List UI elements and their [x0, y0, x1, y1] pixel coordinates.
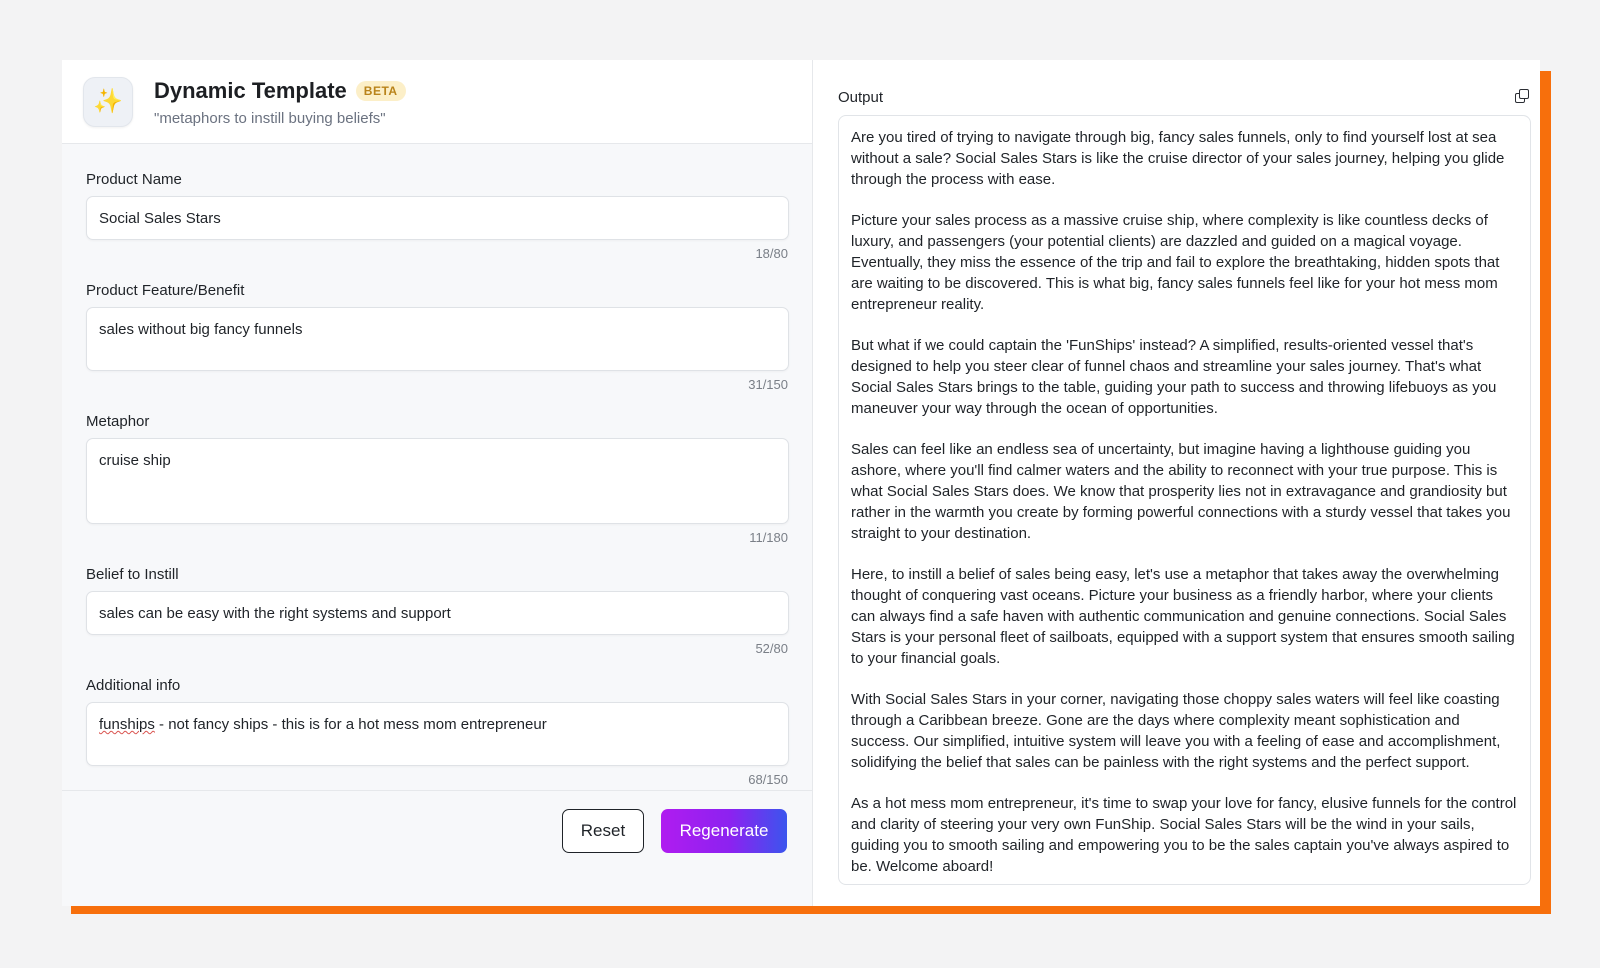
- field-label: Metaphor: [86, 413, 150, 430]
- output-textarea[interactable]: Are you tired of trying to navigate thro…: [838, 115, 1531, 885]
- field-product-name: Product Name Social Sales Stars 18/80: [86, 171, 789, 261]
- output-paragraph: As a hot mess mom entrepreneur, it's tim…: [851, 795, 1517, 875]
- field-product-feature: Product Feature/Benefit sales without bi…: [86, 282, 789, 392]
- copy-icon[interactable]: [1515, 89, 1531, 105]
- belief-input[interactable]: sales can be easy with the right systems…: [86, 591, 789, 635]
- output-paragraph: Sales can feel like an endless sea of un…: [851, 441, 1511, 542]
- product-feature-textarea[interactable]: sales without big fancy funnels: [86, 307, 789, 371]
- field-label: Additional info: [86, 677, 181, 694]
- misspelled-word: funships: [99, 716, 155, 733]
- char-counter: 11/180: [749, 530, 788, 545]
- page-subtitle: "metaphors to instill buying beliefs": [154, 110, 386, 127]
- output-paragraph: But what if we could captain the 'FunShi…: [851, 337, 1497, 417]
- metaphor-textarea[interactable]: cruise ship: [86, 438, 789, 524]
- field-label: Belief to Instill: [86, 566, 179, 583]
- title-row: Dynamic Template BETA: [154, 78, 406, 104]
- beta-badge: BETA: [355, 81, 406, 101]
- output-panel: Output Are you tired of trying to naviga…: [813, 60, 1540, 906]
- template-card: ✨ Dynamic Template BETA "metaphors to in…: [62, 60, 1540, 906]
- input-panel: ✨ Dynamic Template BETA "metaphors to in…: [62, 60, 813, 906]
- additional-info-textarea[interactable]: funships - not fancy ships - this is for…: [86, 702, 789, 766]
- sparkles-icon: ✨: [83, 76, 133, 127]
- field-belief: Belief to Instill sales can be easy with…: [86, 566, 789, 656]
- output-label: Output: [838, 88, 884, 106]
- output-paragraph: With Social Sales Stars in your corner, …: [851, 691, 1501, 771]
- reset-button[interactable]: Reset: [562, 809, 644, 853]
- field-label: Product Name: [86, 171, 182, 188]
- char-counter: 68/150: [748, 772, 788, 787]
- accent-frame-right: [1539, 71, 1551, 914]
- output-paragraph: Picture your sales process as a massive …: [851, 212, 1500, 313]
- char-counter: 31/150: [748, 377, 788, 392]
- form-actions: Reset Regenerate: [62, 790, 812, 906]
- char-counter: 18/80: [755, 246, 788, 261]
- char-counter: 52/80: [755, 641, 788, 656]
- template-header: ✨ Dynamic Template BETA "metaphors to in…: [62, 60, 812, 144]
- field-additional-info: Additional info funships - not fancy shi…: [86, 677, 789, 787]
- field-label: Product Feature/Benefit: [86, 282, 245, 299]
- output-paragraph: Are you tired of trying to navigate thro…: [851, 129, 1505, 188]
- page-title: Dynamic Template: [154, 78, 347, 103]
- regenerate-button[interactable]: Regenerate: [661, 809, 787, 853]
- header-text: Dynamic Template BETA "metaphors to inst…: [154, 78, 406, 127]
- additional-info-text: - not fancy ships - this is for a hot me…: [154, 716, 547, 733]
- output-paragraph: Here, to instill a belief of sales being…: [851, 566, 1515, 667]
- template-form: Product Name Social Sales Stars 18/80 Pr…: [62, 144, 812, 790]
- output-header: Output: [838, 87, 1531, 107]
- field-metaphor: Metaphor cruise ship 11/180: [86, 413, 789, 545]
- product-name-input[interactable]: Social Sales Stars: [86, 196, 789, 240]
